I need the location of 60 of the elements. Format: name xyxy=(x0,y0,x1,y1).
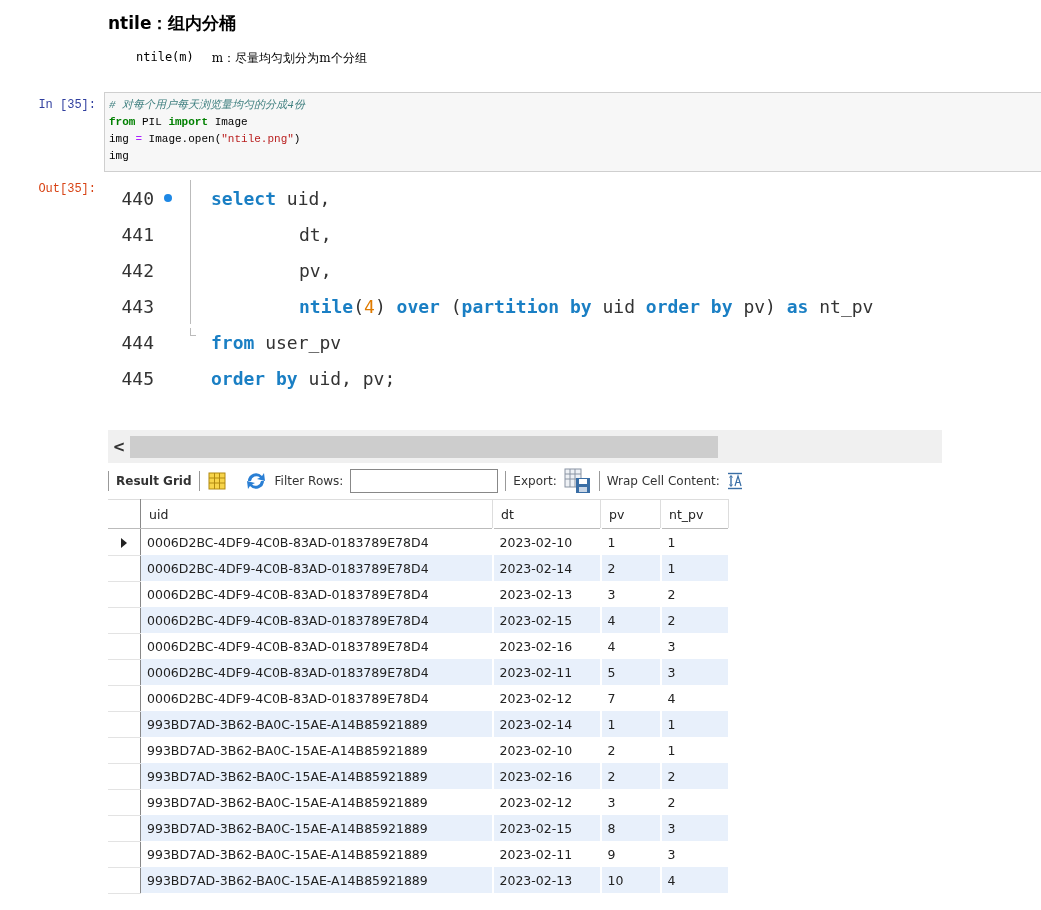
table-cell: 4 xyxy=(660,867,729,893)
code-line: pv, xyxy=(298,259,332,281)
table-cell: 2023-02-13 xyxy=(492,867,601,893)
output-prompt: Out[35]: xyxy=(37,181,97,198)
table-cell: 8 xyxy=(600,815,661,841)
code-line: ntile(4) over (partition by uid order by pv) as nt_pv xyxy=(298,295,874,317)
column-header[interactable]: dt xyxy=(492,499,601,529)
export-icon[interactable] xyxy=(563,468,592,494)
wrap-cell-content-label: Wrap Cell Content: xyxy=(606,474,720,488)
table-cell: 5 xyxy=(600,659,661,685)
table-cell: 3 xyxy=(660,815,729,841)
section-heading: ntile：组内分桶 xyxy=(107,12,238,35)
table-cell: 2 xyxy=(660,763,729,789)
table-cell: 2023-02-15 xyxy=(492,815,601,841)
table-cell: 2023-02-14 xyxy=(492,555,601,581)
code-line: select uid, xyxy=(211,187,331,209)
table-cell: 0006D2BC-4DF9-4C0B-83AD-0183789E78D4 xyxy=(140,555,493,581)
table-cell: 0006D2BC-4DF9-4C0B-83AD-0183789E78D4 xyxy=(140,659,493,685)
function-syntax: ntile(m) xyxy=(136,50,194,66)
table-cell: 10 xyxy=(600,867,661,893)
table-cell: 2023-02-11 xyxy=(492,659,601,685)
filter-rows-label: Filter Rows: xyxy=(274,474,344,488)
function-description: m：尽量均匀划分为m个分组 xyxy=(211,50,367,67)
code-line: order by uid, pv; xyxy=(211,367,396,389)
table-cell: 1 xyxy=(660,555,729,581)
column-header[interactable]: nt_pv xyxy=(660,499,729,529)
code-line: dt, xyxy=(298,223,332,245)
line-number: 440 xyxy=(120,187,154,209)
table-cell: 993BD7AD-3B62-BA0C-15AE-A14B85921889 xyxy=(140,763,493,789)
line-number: 441 xyxy=(120,223,154,245)
table-cell: 2023-02-15 xyxy=(492,607,601,633)
code-line: from user_pv xyxy=(211,331,342,353)
table-cell: 4 xyxy=(600,607,661,633)
table-cell: 2023-02-16 xyxy=(492,763,601,789)
line-number: 444 xyxy=(120,331,154,353)
table-cell: 1 xyxy=(600,711,661,737)
code-cell[interactable]: # 对每个用户每天浏览量均匀的分成4份 from PIL import Image img = Image.open("ntile.png") img xyxy=(104,92,1041,172)
line-number: 442 xyxy=(120,259,154,281)
table-cell: 1 xyxy=(660,711,729,737)
input-prompt: In [35]: xyxy=(37,97,97,114)
table-cell: 2 xyxy=(600,555,661,581)
table-cell: 2023-02-14 xyxy=(492,711,601,737)
table-cell: 3 xyxy=(660,659,729,685)
table-cell: 2 xyxy=(660,607,729,633)
export-label: Export: xyxy=(513,474,557,488)
filter-rows-field[interactable] xyxy=(350,469,499,493)
table-cell: 993BD7AD-3B62-BA0C-15AE-A14B85921889 xyxy=(140,711,493,737)
table-cell: 0006D2BC-4DF9-4C0B-83AD-0183789E78D4 xyxy=(140,607,493,633)
scrollbar-thumb[interactable] xyxy=(130,435,718,458)
column-header[interactable]: uid xyxy=(140,499,493,529)
result-grid-label: Result Grid xyxy=(116,474,192,488)
line-number: 443 xyxy=(120,295,154,317)
columns-icon[interactable] xyxy=(206,471,227,491)
table-cell: 993BD7AD-3B62-BA0C-15AE-A14B85921889 xyxy=(140,867,493,893)
table-cell: 2 xyxy=(600,763,661,789)
table-cell: 993BD7AD-3B62-BA0C-15AE-A14B85921889 xyxy=(140,815,493,841)
wrap-text-icon[interactable] xyxy=(726,472,743,490)
line-number: 445 xyxy=(120,367,154,389)
scroll-left-button[interactable]: < xyxy=(108,437,130,456)
column-header[interactable]: pv xyxy=(600,499,661,529)
